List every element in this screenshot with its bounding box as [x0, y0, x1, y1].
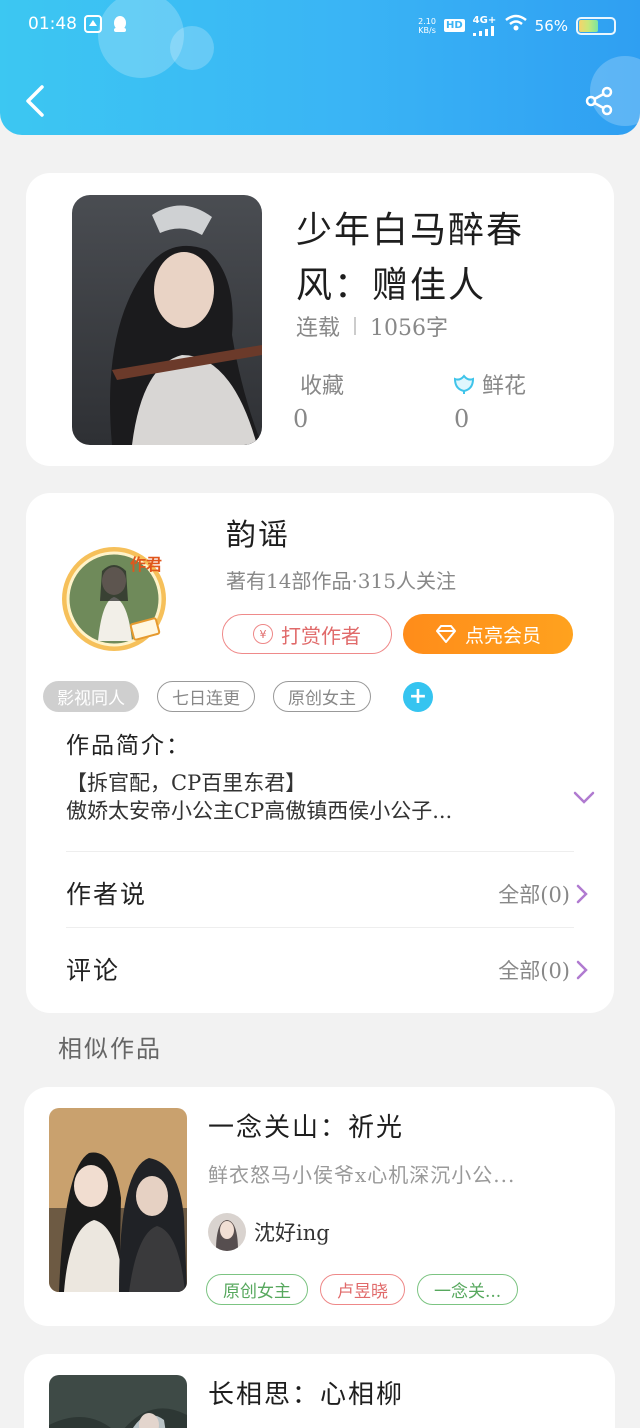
book-title-line1: 少年白马醉春	[296, 210, 525, 251]
back-button[interactable]	[22, 84, 48, 118]
favorites-value: 0	[293, 405, 309, 433]
intro-text[interactable]: 【拆官配，CP百里东君】 傲娇太安帝小公主CP高傲镇西侯小公子...	[66, 769, 556, 825]
hd-badge: HD	[443, 19, 465, 32]
intro-label: 作品简介：	[66, 733, 191, 759]
author-badge: 作君	[130, 555, 163, 574]
intro-line1: 【拆官配，CP百里东君】	[66, 771, 307, 795]
divider	[66, 927, 574, 928]
flowers-value: 0	[454, 405, 470, 433]
yen-icon: ¥	[253, 624, 273, 644]
similar-work-author-name: 沈好ing	[254, 1221, 330, 1245]
status-bar: 01:48 2.10 KB/s HD 4G+ 56%	[28, 10, 616, 40]
book-tags: 影视同人 七日连更 原创女主 +	[43, 681, 433, 712]
similar-work-tags: 原创女主 卢昱晓 一念关...	[206, 1274, 519, 1305]
wifi-icon	[504, 14, 527, 37]
battery-fill	[579, 19, 599, 32]
author-says-link[interactable]: 全部(0)	[498, 879, 588, 909]
share-icon	[585, 86, 613, 116]
book-cover[interactable]	[72, 195, 262, 445]
book-status: 连载	[296, 316, 341, 341]
meta-divider	[354, 317, 357, 335]
book-word-count: 1056字	[370, 316, 449, 341]
tag-item[interactable]: 原创女主	[206, 1274, 308, 1305]
flower-icon	[453, 374, 475, 394]
author-says-value: 全部(0)	[498, 883, 570, 907]
comments-value: 全部(0)	[498, 959, 570, 983]
author-says-label: 作者说	[66, 880, 148, 909]
signal-label: 4G+	[472, 14, 497, 26]
similar-work-cover[interactable]	[49, 1108, 187, 1292]
reward-author-label: 打赏作者	[281, 623, 361, 648]
divider	[66, 851, 574, 852]
chevron-right-icon	[576, 960, 588, 980]
diamond-icon	[435, 625, 456, 643]
similar-work-card[interactable]: 长相思：心相柳	[24, 1354, 615, 1428]
plus-icon: +	[408, 684, 428, 709]
flowers-label[interactable]: 鲜花	[452, 368, 526, 400]
similar-work-cover[interactable]	[49, 1375, 187, 1428]
qq-icon	[112, 15, 128, 38]
vip-label: 点亮会员	[464, 624, 541, 647]
tag-item[interactable]: 影视同人	[43, 681, 139, 712]
book-info-card: 少年白马醉春 风：赠佳人 连载 1056字 收藏 0 鲜花 0	[26, 173, 614, 466]
favorites-label-text: 收藏	[300, 374, 345, 399]
similar-work-card[interactable]: 一念关山：祈光 鲜衣怒马小侯爷x心机深沉小公... 沈好ing 原创女主 卢昱晓…	[24, 1087, 615, 1326]
tag-item[interactable]: 原创女主	[273, 681, 371, 712]
tag-item[interactable]: 卢昱晓	[320, 1274, 405, 1305]
author-stats: 著有14部作品·315人关注	[226, 569, 456, 593]
top-header: 01:48 2.10 KB/s HD 4G+ 56%	[0, 0, 640, 135]
favorites-label[interactable]: 收藏	[300, 368, 344, 400]
net-speed: 2.10 KB/s	[418, 17, 436, 35]
similar-section-title: 相似作品	[58, 1035, 162, 1063]
avatar	[208, 1213, 246, 1251]
similar-work-author: 沈好ing	[208, 1213, 330, 1251]
app-notification-icon	[84, 15, 102, 38]
battery-icon	[576, 16, 616, 35]
chevron-down-icon[interactable]	[572, 790, 596, 806]
chevron-right-icon	[576, 884, 588, 904]
author-name[interactable]: 韵谣	[226, 510, 290, 554]
comments-link[interactable]: 全部(0)	[498, 955, 588, 985]
similar-work-desc: 鲜衣怒马小侯爷x心机深沉小公...	[208, 1163, 516, 1187]
similar-work-title: 长相思：心相柳	[208, 1380, 405, 1410]
signal-icon: 4G+	[472, 14, 497, 36]
author-card: 作君 韵谣 著有14部作品·315人关注 ¥ 打赏作者 点亮会员 影视同人 七日…	[26, 493, 614, 1013]
author-avatar[interactable]: 作君	[52, 541, 182, 651]
add-tag-button[interactable]: +	[403, 681, 433, 712]
book-meta: 连载 1056字	[296, 310, 448, 342]
net-speed-value: 2.10	[418, 16, 436, 26]
net-speed-unit: KB/s	[418, 25, 436, 35]
similar-work-title: 一念关山：祈光	[208, 1113, 405, 1143]
book-title: 少年白马醉春 风：赠佳人	[296, 203, 586, 313]
vip-button[interactable]: 点亮会员	[403, 614, 573, 654]
book-title-line2: 风：赠佳人	[296, 265, 487, 306]
intro-line2: 傲娇太安帝小公主CP高傲镇西侯小公子...	[66, 799, 453, 823]
chevron-left-icon	[26, 85, 44, 117]
comments-label: 评论	[66, 956, 121, 985]
status-time: 01:48	[28, 14, 77, 34]
status-right: 2.10 KB/s HD 4G+ 56%	[418, 14, 616, 37]
tag-item[interactable]: 七日连更	[157, 681, 255, 712]
tag-item[interactable]: 一念关...	[417, 1274, 519, 1305]
battery-percent: 56%	[534, 16, 568, 35]
flowers-label-text: 鲜花	[482, 374, 527, 399]
share-button[interactable]	[584, 86, 614, 116]
reward-author-button[interactable]: ¥ 打赏作者	[222, 614, 392, 654]
